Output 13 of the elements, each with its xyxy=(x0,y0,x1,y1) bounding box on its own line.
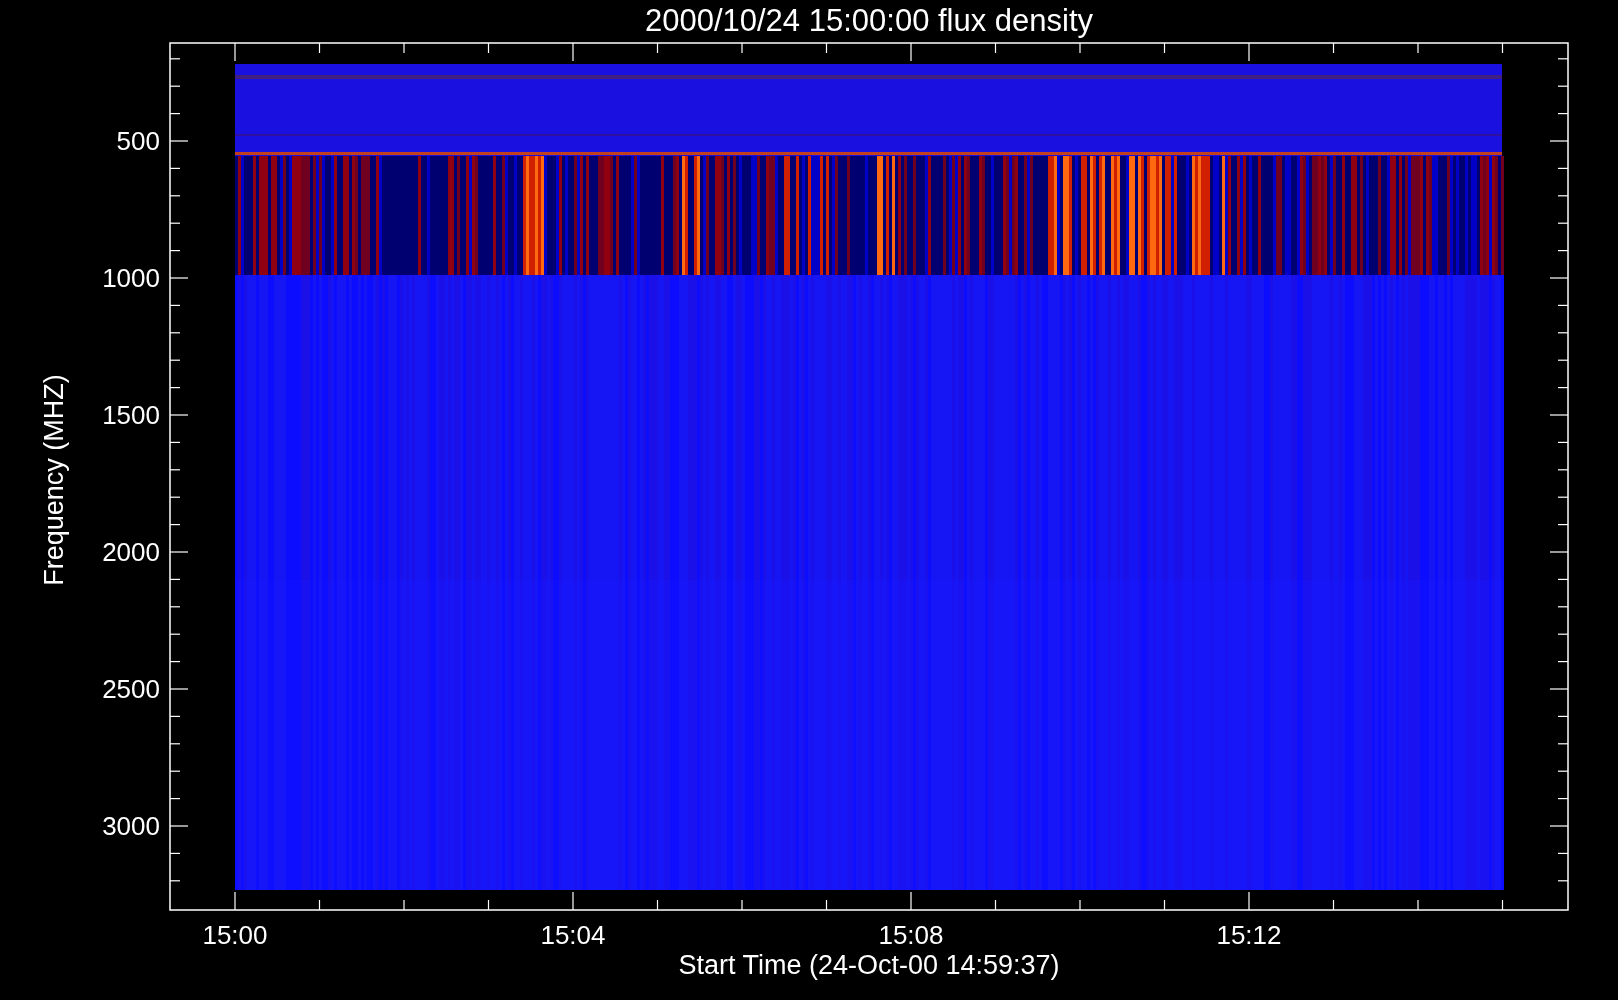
y-tick-label: 2500 xyxy=(102,674,160,704)
x-tick-label: 15:12 xyxy=(1216,920,1282,950)
y-tick-label: 1500 xyxy=(102,400,160,430)
y-tick-label: 3000 xyxy=(102,811,160,841)
y-tick-label: 1000 xyxy=(102,263,160,293)
x-tick-label: 15:08 xyxy=(878,920,944,950)
y-tick-label: 500 xyxy=(116,126,160,156)
x-axis-label: Start Time (24-Oct-00 14:59:37) xyxy=(678,950,1060,980)
y-axis-label: Frequency (MHZ) xyxy=(39,374,69,586)
chart-title: 2000/10/24 15:00:00 flux density xyxy=(644,3,1094,38)
x-tick-label: 15:00 xyxy=(202,920,268,950)
x-tick-label: 15:04 xyxy=(540,920,606,950)
y-tick-label: 2000 xyxy=(102,537,160,567)
